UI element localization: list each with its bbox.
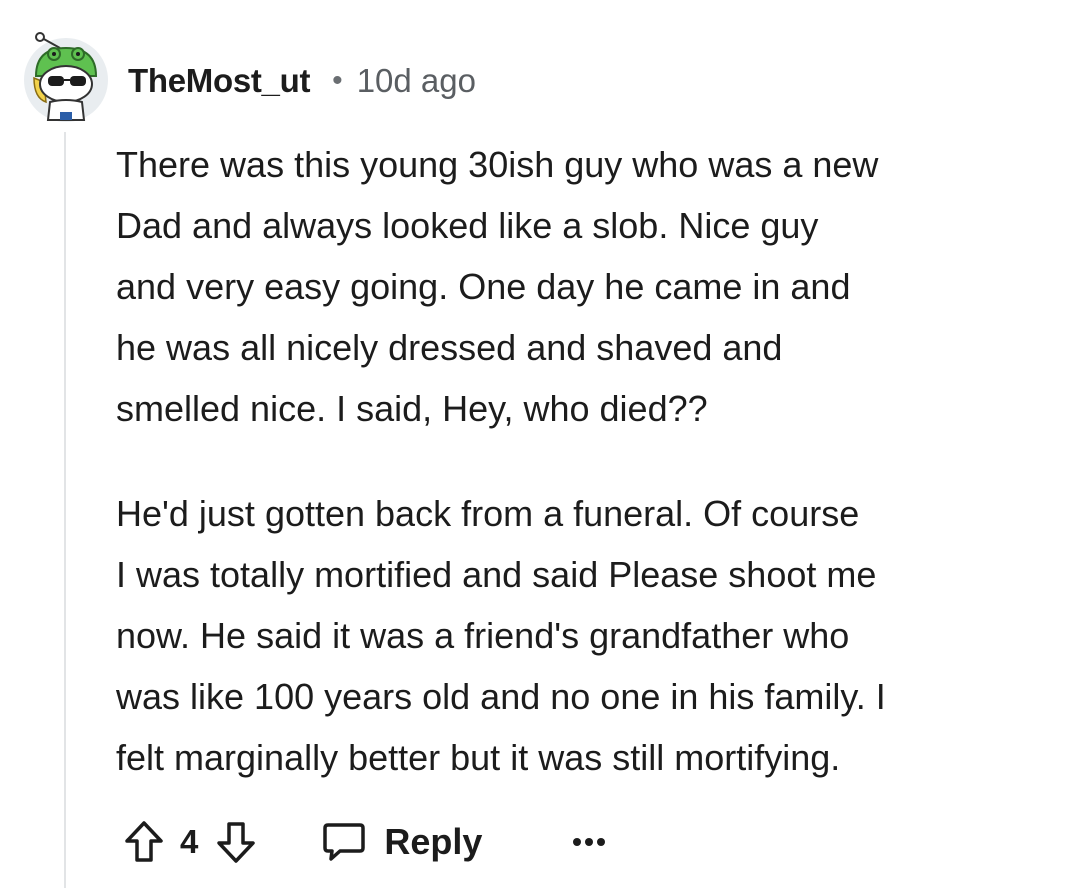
comment: TheMost_ut • 10d ago There was this youn… xyxy=(0,0,1076,888)
reply-button[interactable]: Reply xyxy=(322,821,482,863)
upvote-icon[interactable] xyxy=(124,820,164,864)
timestamp[interactable]: 10d ago xyxy=(357,62,476,100)
username[interactable]: TheMost_ut xyxy=(128,62,310,100)
separator-dot: • xyxy=(332,64,343,97)
comment-paragraph-1: There was this young 30ish guy who was a… xyxy=(116,144,879,429)
comment-paragraph-2: He'd just gotten back from a funeral. Of… xyxy=(116,493,886,778)
more-options-icon[interactable] xyxy=(572,836,606,848)
reply-label: Reply xyxy=(384,821,483,862)
vote-score: 4 xyxy=(180,823,199,860)
speech-bubble-icon xyxy=(322,821,366,863)
comment-actions: 4 Reply xyxy=(124,810,606,874)
comment-header: TheMost_ut • 10d ago xyxy=(128,56,476,106)
comment-body: There was this young 30ish guy who was a… xyxy=(116,134,1066,788)
avatar[interactable] xyxy=(20,32,112,124)
downvote-icon[interactable] xyxy=(216,820,256,864)
thread-line[interactable] xyxy=(64,132,66,888)
